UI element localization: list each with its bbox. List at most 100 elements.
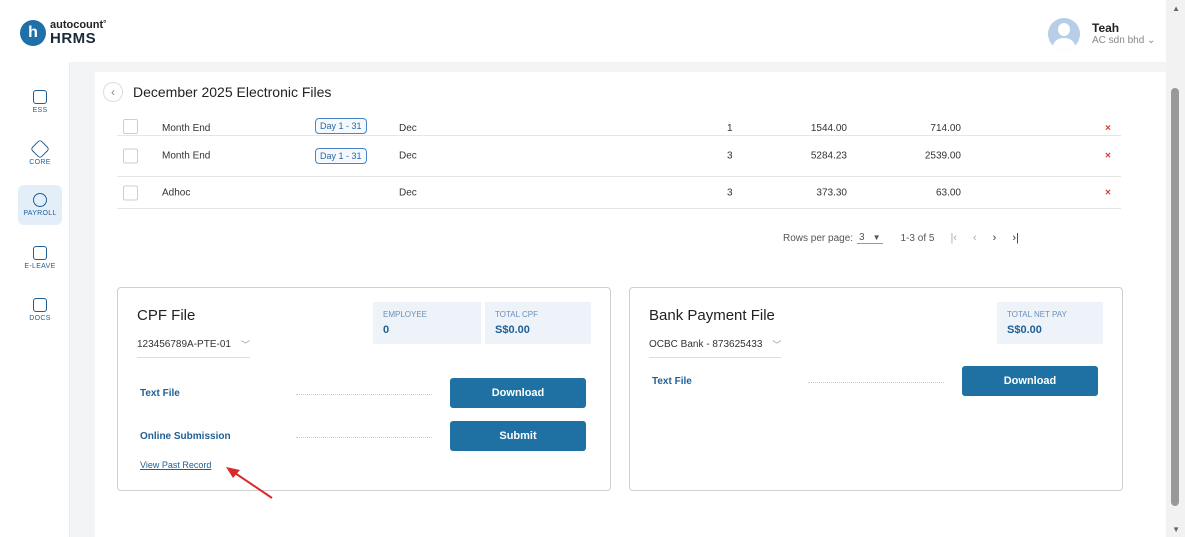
scroll-thumb[interactable] [1171, 88, 1179, 506]
online-submission-label: Online Submission [140, 431, 231, 442]
run-month: Dec [399, 187, 417, 198]
calendar-icon [33, 246, 47, 260]
cpf-file-card: CPF File 123456789A-PTE-01 ﹀ EMPLOYEE 0 … [117, 287, 611, 491]
logo-mark: h [20, 20, 46, 46]
scroll-up-icon[interactable]: ▲ [1172, 4, 1180, 13]
company-selector[interactable]: AC sdn bhd ⌄ [1092, 35, 1155, 47]
text-file-label: Text File [140, 388, 180, 399]
text-file-label: Text File [652, 376, 692, 387]
page-title: December 2025 Electronic Files [133, 84, 332, 100]
cpf-account-select[interactable]: 123456789A-PTE-01 ﹀ [137, 338, 250, 358]
user-card-icon [33, 90, 47, 104]
table-row: Month End Day 1 - 31 Dec 1 1544.00 714.0… [117, 116, 1121, 136]
pagination: Rows per page: 3 ▼ 1-3 of 5 |‹ ‹ › ›| [783, 232, 1019, 244]
stat-value: S$0.00 [495, 324, 530, 336]
gross-amount: 373.30 [816, 187, 847, 198]
user-name: Teah [1092, 20, 1120, 35]
period-badge: Day 1 - 31 [315, 148, 367, 164]
table-row: Adhoc Dec 3 373.30 63.00 × [117, 177, 1121, 209]
bank-payment-card: Bank Payment File OCBC Bank - 873625433 … [629, 287, 1123, 491]
logo-big-text: HRMS [50, 30, 97, 47]
stat-label: EMPLOYEE [383, 310, 428, 319]
net-amount: 63.00 [935, 187, 961, 198]
rows-per-page-label: Rows per page: [783, 232, 854, 244]
caret-down-icon: ▼ [872, 233, 881, 242]
bank-account-value: OCBC Bank - 873625433 [649, 339, 763, 350]
sidebar: ESS CORE PAYROLL E-LEAVE DOCS [10, 62, 70, 537]
cpf-account-value: 123456789A-PTE-01 [137, 339, 231, 350]
bank-card-title: Bank Payment File [649, 307, 775, 324]
rows-per-page-value: 3 [859, 232, 865, 243]
page-range: 1-3 of 5 [900, 232, 935, 244]
cpf-submit-button[interactable]: Submit [450, 421, 586, 451]
row-checkbox[interactable] [123, 185, 138, 200]
user-menu[interactable]: Teah AC sdn bhd ⌄ [1048, 18, 1155, 50]
period-badge: Day 1 - 31 [315, 118, 367, 134]
divider [296, 394, 432, 395]
top-bar: h autocount° HRMS Teah AC sdn bhd ⌄ [0, 0, 1166, 62]
stat-value: S$0.00 [1007, 324, 1042, 336]
document-chart-icon [33, 298, 47, 312]
first-page-icon[interactable]: |‹ [950, 232, 957, 244]
rows-per-page-select[interactable]: 3 ▼ [857, 232, 883, 244]
delete-icon[interactable]: × [1105, 123, 1111, 134]
scroll-down-icon[interactable]: ▼ [1172, 525, 1180, 534]
last-page-icon[interactable]: ›| [1012, 232, 1019, 244]
employee-count: 1 [727, 123, 733, 134]
divider [296, 437, 432, 438]
chevron-down-icon: ﹀ [772, 340, 782, 350]
cube-icon [30, 139, 50, 159]
sidebar-item-label: CORE [29, 159, 51, 166]
next-page-icon[interactable]: › [993, 232, 997, 244]
page-scrollbar[interactable]: ▲ ▼ [1166, 0, 1185, 537]
gross-amount: 5284.23 [810, 150, 847, 162]
payroll-runs-table: Month End Day 1 - 31 Dec 1 1544.00 714.0… [117, 116, 1121, 209]
row-checkbox[interactable] [123, 119, 138, 134]
employee-stat: EMPLOYEE 0 [373, 302, 481, 344]
net-amount: 714.00 [930, 123, 961, 134]
divider [808, 382, 944, 383]
bank-account-select[interactable]: OCBC Bank - 873625433 ﹀ [649, 338, 782, 358]
delete-icon[interactable]: × [1105, 151, 1111, 162]
run-month: Dec [399, 123, 417, 134]
back-button[interactable]: ‹ [103, 82, 123, 102]
run-name: Month End [162, 123, 211, 134]
previous-page-icon[interactable]: ‹ [973, 232, 977, 244]
employee-count: 3 [727, 187, 733, 198]
run-month: Dec [399, 150, 417, 162]
sidebar-item-label: PAYROLL [23, 210, 57, 217]
sidebar-item-label: DOCS [29, 315, 51, 322]
total-net-pay-stat: TOTAL NET PAY S$0.00 [997, 302, 1103, 344]
cpf-download-button[interactable]: Download [450, 378, 586, 408]
sidebar-item-ess[interactable]: ESS [18, 82, 62, 122]
avatar[interactable] [1048, 18, 1080, 50]
sidebar-item-e-leave[interactable]: E-LEAVE [18, 238, 62, 278]
chevron-down-icon: ﹀ [240, 340, 250, 350]
annotation-arrow-icon [226, 467, 273, 499]
stat-label: TOTAL CPF [495, 310, 538, 319]
sidebar-item-core[interactable]: CORE [18, 134, 62, 174]
sidebar-item-payroll[interactable]: PAYROLL [18, 185, 62, 225]
dollar-icon [33, 193, 47, 207]
row-checkbox[interactable] [123, 148, 138, 164]
stat-label: TOTAL NET PAY [1007, 310, 1067, 319]
view-past-record-link[interactable]: View Past Record [140, 460, 211, 470]
logo-small-mark: ° [103, 19, 107, 28]
net-amount: 2539.00 [924, 150, 961, 162]
logo-text: autocount° HRMS [50, 19, 107, 47]
sidebar-item-label: ESS [32, 107, 48, 114]
total-cpf-stat: TOTAL CPF S$0.00 [485, 302, 591, 344]
cpf-card-title: CPF File [137, 307, 196, 324]
delete-icon[interactable]: × [1105, 187, 1111, 198]
table-row: Month End Day 1 - 31 Dec 3 5284.23 2539.… [117, 136, 1121, 177]
run-name: Adhoc [162, 187, 191, 198]
bank-download-button[interactable]: Download [962, 366, 1098, 396]
run-name: Month End [162, 150, 211, 162]
employee-count: 3 [727, 150, 733, 162]
sidebar-item-docs[interactable]: DOCS [18, 290, 62, 330]
page-header: ‹ December 2025 Electronic Files [103, 82, 331, 102]
sidebar-item-label: E-LEAVE [24, 263, 56, 270]
app-logo[interactable]: h autocount° HRMS [20, 20, 106, 46]
gross-amount: 1544.00 [810, 123, 847, 134]
stat-value: 0 [383, 324, 390, 336]
